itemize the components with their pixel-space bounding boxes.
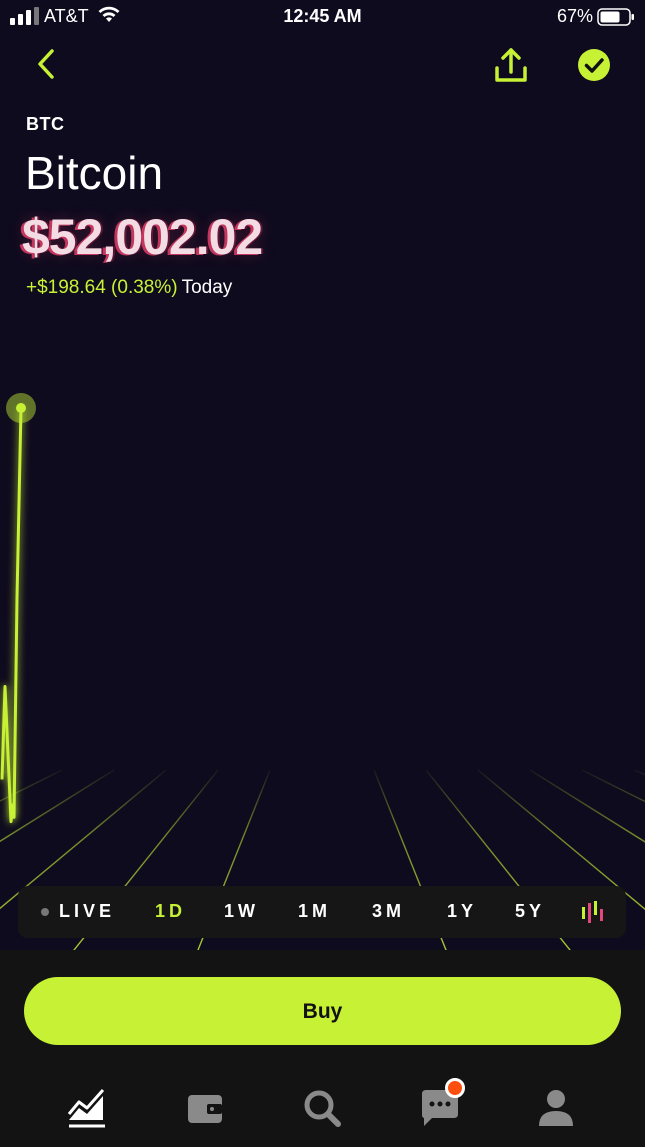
share-icon[interactable] xyxy=(492,46,530,84)
price-change: +$198.64 (0.38%) Today xyxy=(26,277,232,299)
current-price-marker xyxy=(16,403,26,413)
range-1y[interactable]: 1Y xyxy=(447,901,477,922)
asset-detail-screen: AT&T 12:45 AM 67% BTC Bitcoin $52,002.02… xyxy=(0,0,645,1147)
notification-badge xyxy=(445,1078,465,1098)
chevron-left-icon[interactable] xyxy=(30,46,62,82)
range-3m[interactable]: 3M xyxy=(372,901,405,922)
candlestick-icon[interactable] xyxy=(580,899,608,927)
profile-icon[interactable] xyxy=(534,1086,578,1130)
search-icon[interactable] xyxy=(300,1086,344,1130)
time-range-selector: LIVE 1D 1W 1M 3M 1Y 5Y xyxy=(18,886,626,938)
status-bar: AT&T 12:45 AM 67% xyxy=(0,0,645,34)
buy-button[interactable]: Buy xyxy=(24,977,621,1045)
wallet-icon[interactable] xyxy=(183,1086,227,1130)
asset-name: Bitcoin xyxy=(25,147,164,199)
range-1m[interactable]: 1M xyxy=(298,901,331,922)
asset-symbol: BTC xyxy=(26,114,65,134)
range-1d[interactable]: 1D xyxy=(155,901,186,922)
price-line xyxy=(0,407,23,824)
battery-icon xyxy=(597,8,634,26)
live-indicator-icon xyxy=(41,908,49,916)
range-live[interactable]: LIVE xyxy=(59,901,115,922)
price-change-value: +$198.64 (0.38%) xyxy=(26,277,178,298)
price-change-period: Today xyxy=(181,277,233,298)
range-5y[interactable]: 5Y xyxy=(515,901,545,922)
asset-price: $52,002.02 xyxy=(22,209,263,265)
clock: 12:45 AM xyxy=(283,6,362,26)
battery-percent: 67% xyxy=(556,6,593,26)
check-circle-icon[interactable] xyxy=(577,48,611,82)
price-chart[interactable] xyxy=(0,360,645,860)
range-1w[interactable]: 1W xyxy=(224,901,259,922)
tab-bar xyxy=(0,1070,645,1147)
chart-icon[interactable] xyxy=(65,1086,109,1130)
